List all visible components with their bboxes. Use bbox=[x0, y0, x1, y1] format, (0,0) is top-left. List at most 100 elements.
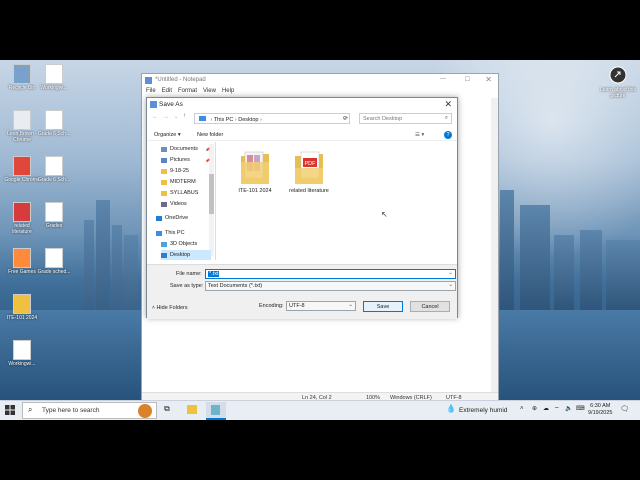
up-arrow-icon[interactable]: ↑ bbox=[183, 113, 186, 119]
view-options-icon[interactable]: ☰ ▾ bbox=[415, 132, 424, 138]
start-button[interactable] bbox=[5, 405, 15, 417]
nav-item[interactable]: OneDrive bbox=[156, 213, 188, 223]
nav-item-label: 9-18-25 bbox=[170, 168, 189, 174]
file-item-related-literature[interactable]: PDF related literature bbox=[283, 148, 335, 194]
nav-item[interactable]: 9-18-25 bbox=[161, 166, 189, 176]
chevron-up-icon[interactable]: ˄ bbox=[520, 406, 524, 412]
desktop-icon-item[interactable]: Free Games bbox=[4, 248, 40, 276]
nav-item[interactable]: 3D Objects bbox=[161, 239, 197, 249]
address-row: ← → ⌄ ↑ › This PC › Desktop › ⌄ ⟳ Search… bbox=[147, 113, 457, 126]
search-icon: ⌕ bbox=[444, 115, 448, 121]
network-icon[interactable]: ⊕ bbox=[532, 405, 537, 412]
file-icon bbox=[45, 110, 63, 130]
nav-item[interactable]: MIDTERM bbox=[161, 177, 196, 187]
search-input[interactable]: Search Desktop ⌕ bbox=[359, 113, 452, 124]
breadcrumb-this-pc[interactable]: This PC bbox=[214, 117, 234, 123]
encoding-select[interactable]: UTF-8 ⌄ bbox=[286, 301, 356, 311]
save-button[interactable]: Save bbox=[363, 301, 403, 312]
maximize-icon[interactable]: ☐ bbox=[465, 76, 470, 83]
desktop-icon-label: ITE-101 2024 bbox=[6, 315, 38, 321]
mouse-cursor-icon: ↖ bbox=[381, 210, 388, 219]
desktop-icon-item[interactable]: related literature bbox=[4, 202, 40, 235]
notepad-icon bbox=[150, 101, 157, 108]
clock[interactable]: 6:30 AM 9/19/2025 bbox=[588, 403, 612, 417]
desktop-icon-item[interactable]: Grade 6 Sch... bbox=[36, 156, 72, 184]
desktop-icon-label: Grade sched... bbox=[37, 269, 71, 275]
encoding-value: UTF-8 bbox=[289, 303, 305, 309]
desktop-icon-item[interactable]: Grade 6 Sch... bbox=[36, 110, 72, 138]
dialog-toolbar: Organize ▾ New folder ☰ ▾ ? bbox=[147, 128, 457, 141]
file-icon bbox=[13, 156, 31, 176]
desktop-icon-item[interactable]: Google Chrome bbox=[4, 156, 40, 184]
language-icon[interactable]: ⌨ bbox=[576, 405, 585, 412]
pin-icon: 📌 bbox=[205, 157, 210, 163]
nav-item-label: SYLLABUS bbox=[170, 190, 199, 196]
nav-item[interactable]: Videos bbox=[161, 199, 187, 209]
save-type-select[interactable]: Text Documents (*.txt) ⌄ bbox=[205, 281, 456, 291]
objects-3d-icon bbox=[161, 241, 167, 247]
desktop-icon-item[interactable]: Grade sched... bbox=[36, 248, 72, 276]
desktop-icon-label: Google Chrome bbox=[4, 177, 40, 183]
nav-item[interactable]: SYLLABUS bbox=[161, 188, 198, 198]
volume-icon[interactable]: 🔈 bbox=[565, 405, 572, 412]
nav-item[interactable]: Documents 📌 bbox=[161, 144, 210, 154]
nav-item[interactable]: Pictures 📌 bbox=[161, 155, 210, 165]
nav-item[interactable]: Desktop bbox=[161, 250, 211, 260]
file-label-related-literature: related literature bbox=[289, 188, 329, 194]
learn-about-picture[interactable]: Learn about this picture bbox=[600, 66, 636, 99]
building bbox=[580, 230, 602, 310]
desktop-icon-item[interactable]: Leon Brown - Chrome bbox=[4, 110, 40, 143]
cancel-button[interactable]: Cancel bbox=[410, 301, 450, 312]
file-icon bbox=[45, 202, 63, 222]
desktop-icon-label: Workingwi... bbox=[8, 361, 36, 367]
file-name-input[interactable]: *.txt ⌄ bbox=[205, 269, 456, 279]
videos-icon bbox=[161, 201, 167, 207]
weather-icon: 💧 bbox=[446, 404, 456, 413]
file-explorer-icon[interactable] bbox=[187, 405, 197, 414]
file-icon bbox=[13, 110, 31, 130]
notepad-scrollbar[interactable] bbox=[491, 98, 498, 393]
save-as-dialog[interactable]: Save As ✕ ← → ⌄ ↑ › This PC › Desktop › … bbox=[146, 97, 458, 319]
save-type-value: Text Documents (*.txt) bbox=[208, 283, 263, 289]
new-folder-button[interactable]: New folder bbox=[197, 132, 223, 138]
dialog-close-icon[interactable]: ✕ bbox=[444, 99, 452, 110]
chevron-down-icon[interactable]: ⌄ bbox=[448, 270, 453, 276]
svg-text:PDF: PDF bbox=[305, 161, 317, 167]
clock-date: 9/19/2025 bbox=[588, 410, 613, 417]
dialog-titlebar: Save As ✕ bbox=[147, 98, 457, 112]
organize-button[interactable]: Organize ▾ bbox=[154, 132, 181, 138]
address-bar[interactable]: › This PC › Desktop › ⌄ bbox=[194, 113, 350, 124]
close-icon[interactable]: ✕ bbox=[485, 75, 492, 84]
wifi-icon[interactable]: ⌔ bbox=[554, 405, 560, 413]
notepad-taskbar-button[interactable] bbox=[206, 402, 226, 420]
this-pc-icon bbox=[199, 116, 206, 121]
task-view-icon[interactable]: ⧉ bbox=[164, 404, 170, 414]
file-item-ite-101[interactable]: ITE-101 2024 bbox=[229, 148, 281, 194]
nav-item[interactable]: This PC bbox=[156, 228, 185, 238]
breadcrumb-desktop[interactable]: Desktop bbox=[238, 117, 258, 123]
chevron-down-icon[interactable]: ⌄ bbox=[174, 114, 178, 120]
back-arrow-icon[interactable]: ← bbox=[152, 114, 158, 120]
notifications-icon[interactable]: 🗨 bbox=[620, 405, 629, 413]
desktop-icon-item[interactable]: Grades bbox=[36, 202, 72, 230]
desktop-icon-item[interactable]: Recycle Bin bbox=[4, 64, 40, 92]
forward-arrow-icon[interactable]: → bbox=[163, 114, 169, 120]
onedrive-icon[interactable]: ☁ bbox=[543, 405, 549, 412]
windows-icon bbox=[5, 405, 15, 415]
nav-scrollbar-thumb[interactable] bbox=[209, 174, 214, 214]
desktop-icon-item[interactable]: ITE-101 2024 bbox=[4, 294, 40, 322]
desktop-icon-item[interactable]: Workingwi... bbox=[4, 340, 40, 368]
minimize-icon[interactable]: — bbox=[440, 76, 446, 82]
refresh-icon[interactable]: ⟳ bbox=[343, 115, 348, 122]
hide-folders-label: Hide Folders bbox=[156, 305, 188, 311]
hide-folders-button[interactable]: ˄ Hide Folders bbox=[152, 305, 188, 311]
file-icon bbox=[13, 294, 31, 314]
chevron-down-icon[interactable]: ⌄ bbox=[348, 302, 353, 308]
file-icon bbox=[45, 156, 63, 176]
chevron-down-icon[interactable]: ⌄ bbox=[448, 282, 453, 288]
taskbar-search-input[interactable]: ⌕ Type here to search bbox=[22, 402, 157, 419]
weather-text[interactable]: Extremely humid bbox=[459, 407, 507, 414]
help-icon[interactable]: ? bbox=[444, 131, 452, 139]
desktop-icon-item[interactable]: Workingwi... bbox=[36, 64, 72, 92]
search-highlight-icon bbox=[138, 404, 152, 418]
